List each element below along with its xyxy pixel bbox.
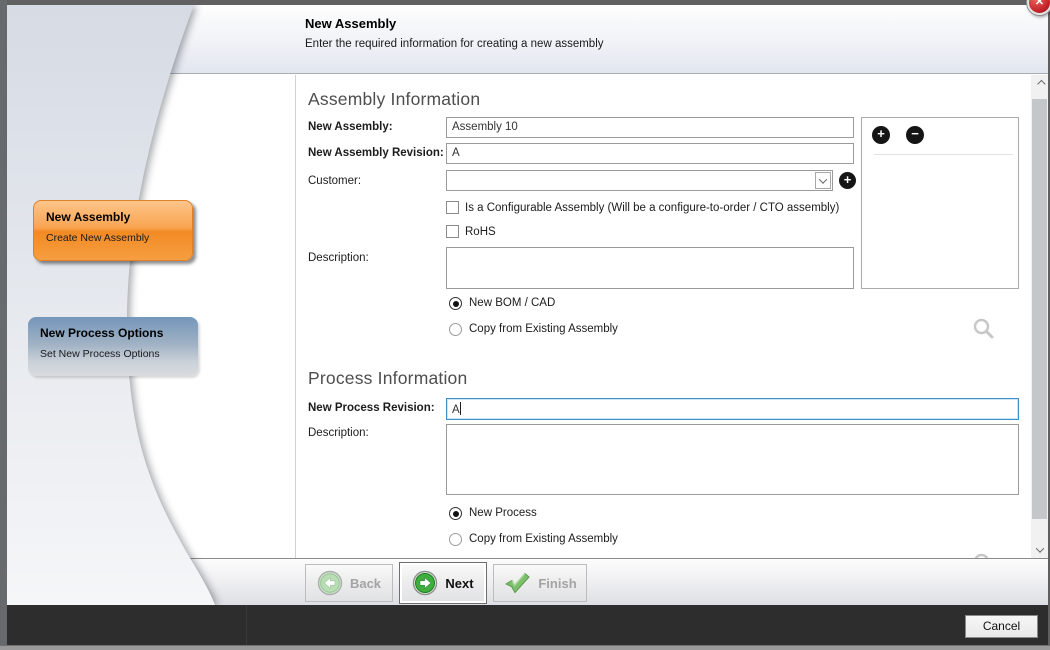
assembly-information-heading: Assembly Information [308,89,480,110]
vertical-scrollbar[interactable] [1031,75,1048,558]
status-bar-divider [246,605,247,645]
chevron-up-icon [1037,79,1045,87]
finish-button-label: Finish [538,576,576,591]
chevron-down-icon [819,175,827,183]
window-border-bottom [0,645,1050,650]
copy-existing-assembly-radio[interactable] [449,323,462,336]
new-process-radio[interactable] [449,507,462,520]
new-assembly-revision-label: New Assembly Revision: [308,147,444,159]
search-assembly-icon[interactable] [972,317,996,341]
copy-existing-process-label: Copy from Existing Assembly [469,533,618,545]
step-new-process-options[interactable]: New Process Options Set New Process Opti… [28,317,198,376]
next-button[interactable]: Next [399,562,487,604]
assembly-description-label: Description: [308,252,369,264]
scroll-down-button[interactable] [1031,541,1048,558]
copy-existing-process-radio[interactable] [449,533,462,546]
back-button[interactable]: Back [305,564,393,602]
wizard-header: New Assembly Enter the required informat… [7,5,1048,74]
rohs-checkbox[interactable] [446,225,459,238]
finish-check-icon [503,570,531,596]
finish-button[interactable]: Finish [493,564,587,602]
minus-icon: − [911,126,919,141]
rohs-label: RoHS [465,226,496,238]
customer-dropdown-button[interactable] [815,172,831,189]
new-assembly-value: Assembly 10 [452,121,518,133]
process-description-textarea[interactable] [446,424,1019,495]
wizard-subtitle: Enter the required information for creat… [305,38,604,50]
chevron-down-icon [1035,544,1043,552]
scrollbar-thumb[interactable] [1032,99,1047,519]
list-add-button[interactable]: + [872,126,890,144]
new-process-revision-input[interactable]: A [446,398,1019,420]
new-assembly-revision-input[interactable]: A [446,143,854,164]
window-border-top [0,0,1050,5]
copy-existing-assembly-label: Copy from Existing Assembly [469,323,618,335]
host-status-bar: Cancel [7,605,1050,645]
step-new-assembly[interactable]: New Assembly Create New Assembly [33,200,193,261]
text-caret [460,402,461,415]
new-assembly-input[interactable]: Assembly 10 [446,117,854,138]
list-remove-button[interactable]: − [906,126,924,144]
process-description-label: Description: [308,427,369,439]
window-border-left [0,0,7,650]
back-button-label: Back [350,576,381,591]
form-scroll-area: Assembly Information New Assembly: Assem… [295,75,1031,558]
step-title: New Process Options [40,326,186,340]
new-assembly-revision-value: A [452,147,460,159]
wizard-title: New Assembly [305,16,396,31]
configurable-assembly-checkbox[interactable] [446,201,459,214]
add-customer-button[interactable]: + [839,172,856,189]
new-process-revision-value: A [452,404,460,416]
next-arrow-icon [412,570,438,596]
new-assembly-wizard-dialog: New Assembly Enter the required informat… [7,5,1048,605]
new-bom-cad-label: New BOM / CAD [469,297,555,309]
step-subtitle: Create New Assembly [46,232,180,244]
process-information-heading: Process Information [308,368,467,389]
assembly-description-textarea[interactable] [446,247,854,289]
attachment-list-box: + − [861,117,1019,289]
new-process-label: New Process [469,507,537,519]
new-process-revision-label: New Process Revision: [308,402,435,414]
new-bom-cad-radio[interactable] [449,297,462,310]
wizard-button-bar: Back Next Finish [7,558,1048,605]
cancel-button[interactable]: Cancel [965,615,1038,638]
back-arrow-icon [317,570,343,596]
new-assembly-label: New Assembly: [308,121,393,133]
next-button-label: Next [445,576,473,591]
customer-label: Customer: [308,175,361,187]
scroll-up-button[interactable] [1031,75,1048,92]
close-icon: ✕ [1035,0,1044,8]
step-title: New Assembly [46,210,180,224]
plus-icon: + [877,126,885,141]
list-divider [874,154,1013,155]
configurable-assembly-label: Is a Configurable Assembly (Will be a co… [465,202,839,214]
step-subtitle: Set New Process Options [40,348,186,360]
customer-combobox[interactable] [446,170,833,191]
plus-icon: + [844,172,852,187]
application-window: New Assembly Enter the required informat… [0,0,1050,650]
